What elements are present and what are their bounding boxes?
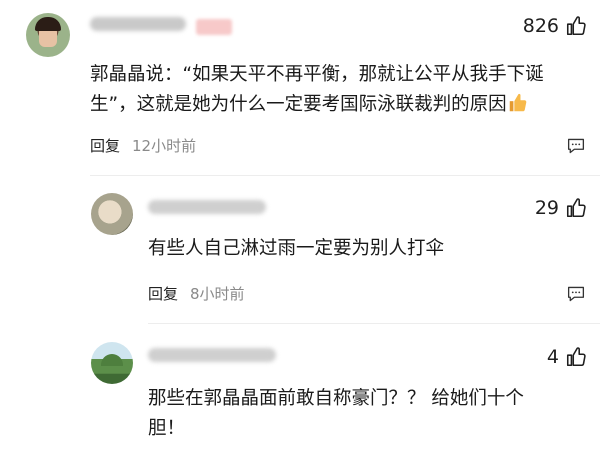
comment-text-line: 生”，这就是她为什么一定要考国际泳联裁判的原因 [90, 91, 590, 118]
username-blurred[interactable] [148, 200, 266, 214]
comment-text: 有些人自己淋过雨一定要为别人打伞 [148, 238, 445, 259]
like-count: 826 [522, 15, 559, 37]
thumbs-up-icon [566, 16, 586, 36]
avatar[interactable] [26, 13, 70, 57]
comment-text: 郭晶晶说：“如果天平不再平衡，那就让公平从我手下诞 生”，这就是她为什么一定要考… [90, 61, 590, 118]
chat-bubble-icon[interactable] [566, 137, 586, 155]
like-count: 29 [534, 197, 559, 219]
like-button[interactable]: 826 [523, 15, 587, 37]
divider [90, 175, 600, 176]
chat-bubble-icon[interactable] [566, 285, 586, 303]
thumbs-up-emoji-icon [509, 93, 526, 112]
comment-text-segment: 生”，这就是她为什么一定要考国际泳联裁判的原因 [90, 94, 507, 115]
like-button[interactable]: 29 [535, 197, 587, 219]
thumbs-up-icon [566, 198, 586, 218]
comment-text: 那些在郭晶晶面前敢自称豪门？？ 给她们十个 胆！ [148, 384, 588, 444]
like-count: 4 [546, 346, 559, 368]
username-blurred[interactable] [90, 17, 186, 31]
comment-text-line: 郭晶晶说：“如果天平不再平衡，那就让公平从我手下诞 [90, 64, 544, 85]
username-blurred[interactable] [148, 348, 276, 362]
comment-meta: 回复 12小时前 [90, 135, 196, 156]
reply-button[interactable]: 回复 [90, 135, 120, 156]
divider [148, 323, 600, 324]
comment-text-line: 胆！ [148, 418, 186, 439]
reply-button[interactable]: 回复 [148, 283, 178, 304]
avatar[interactable] [91, 342, 133, 384]
author-badge-blurred [196, 19, 232, 35]
timestamp: 12小时前 [132, 137, 197, 155]
comment-text-line: 那些在郭晶晶面前敢自称豪门？？ 给她们十个 [148, 388, 524, 409]
thumbs-up-icon [566, 347, 586, 367]
comment-meta: 回复 8小时前 [148, 283, 245, 304]
like-button[interactable]: 4 [547, 346, 587, 368]
avatar[interactable] [91, 193, 133, 235]
timestamp: 8小时前 [190, 285, 245, 303]
